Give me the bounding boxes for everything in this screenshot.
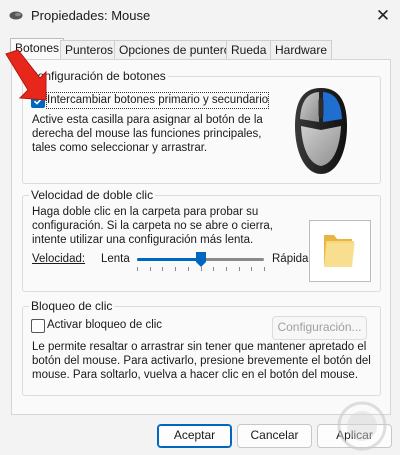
click-lock-label[interactable]: Activar bloqueo de clic	[47, 318, 162, 333]
tab-label: Opciones de puntero	[119, 43, 231, 57]
mouse-illustration	[295, 88, 347, 174]
click-lock-description-1: Le permite resaltar o arrastrar sin tene…	[32, 341, 367, 353]
slider-tick	[175, 267, 176, 271]
cancel-button[interactable]: Cancelar	[237, 424, 312, 448]
click-lock-checkbox[interactable]	[31, 319, 45, 333]
click-lock-title: Bloqueo de clic	[29, 299, 115, 313]
tab-wheel[interactable]: Rueda	[226, 40, 272, 60]
close-button[interactable]: ✕	[374, 6, 392, 26]
speed-label: Velocidad:	[32, 252, 85, 267]
mouse-icon	[9, 11, 23, 20]
mouse-properties-window: Propiedades: Mouse ✕ Botones Punteros Op…	[0, 0, 400, 455]
swap-buttons-label[interactable]: Intercambiar botones primario y secundar…	[45, 92, 270, 109]
slider-tick	[137, 267, 138, 271]
button-config-description-3: tales como seleccionar y arrastrar.	[32, 142, 208, 154]
button-config-description-1: Active esta casilla para asignar al botó…	[32, 114, 263, 126]
speed-slider-fill	[137, 258, 201, 261]
accept-button[interactable]: Aceptar	[157, 424, 232, 448]
slider-tick	[251, 267, 252, 271]
close-icon: ✕	[375, 6, 391, 25]
fast-label: Rápida	[272, 253, 309, 265]
window-title: Propiedades: Mouse	[31, 8, 151, 23]
click-lock-description-2: botón del mouse. Para activarlo, presion…	[32, 355, 371, 367]
speed-label-text: Velocidad:	[32, 253, 86, 265]
folder-icon	[324, 235, 355, 267]
test-folder-area[interactable]	[309, 220, 371, 282]
double-click-title: Velocidad de doble clic	[29, 188, 156, 202]
tab-hardware[interactable]: Hardware	[270, 40, 333, 60]
tab-label: Hardware	[275, 43, 328, 57]
button-config-description-2: derecha del mouse las funciones principa…	[32, 128, 262, 140]
tab-label: Rueda	[231, 43, 267, 57]
watermark-logo	[337, 401, 387, 451]
click-lock-settings-label: Configuración...	[277, 320, 362, 334]
accept-label: Aceptar	[173, 428, 216, 442]
title-bar: Propiedades: Mouse ✕	[0, 0, 400, 32]
tab-pointer-options[interactable]: Opciones de puntero	[114, 40, 236, 60]
slider-tick	[150, 267, 151, 271]
red-arrow-annotation	[5, 49, 47, 101]
slider-tick	[162, 267, 163, 271]
slow-label: Lenta	[101, 253, 130, 265]
speed-slider-thumb[interactable]	[195, 251, 207, 268]
slider-tick	[226, 267, 227, 271]
slider-tick	[188, 267, 189, 271]
double-click-description-2: configuración. Si la carpeta no se abre …	[32, 220, 273, 232]
tab-pointers[interactable]: Punteros	[60, 40, 119, 60]
double-click-description-1: Haga doble clic en la carpeta para proba…	[32, 206, 259, 218]
click-lock-settings-button[interactable]: Configuración...	[272, 316, 367, 340]
double-click-description-3: intente utilizar una configuración más l…	[32, 234, 254, 246]
slider-tick	[239, 267, 240, 271]
slider-tick	[213, 267, 214, 271]
tab-label: Punteros	[65, 43, 114, 57]
cancel-label: Cancelar	[250, 428, 299, 442]
click-lock-description-3: mouse. Para soltarlo, vuelva a hacer cli…	[32, 369, 359, 381]
slider-tick	[264, 267, 265, 271]
